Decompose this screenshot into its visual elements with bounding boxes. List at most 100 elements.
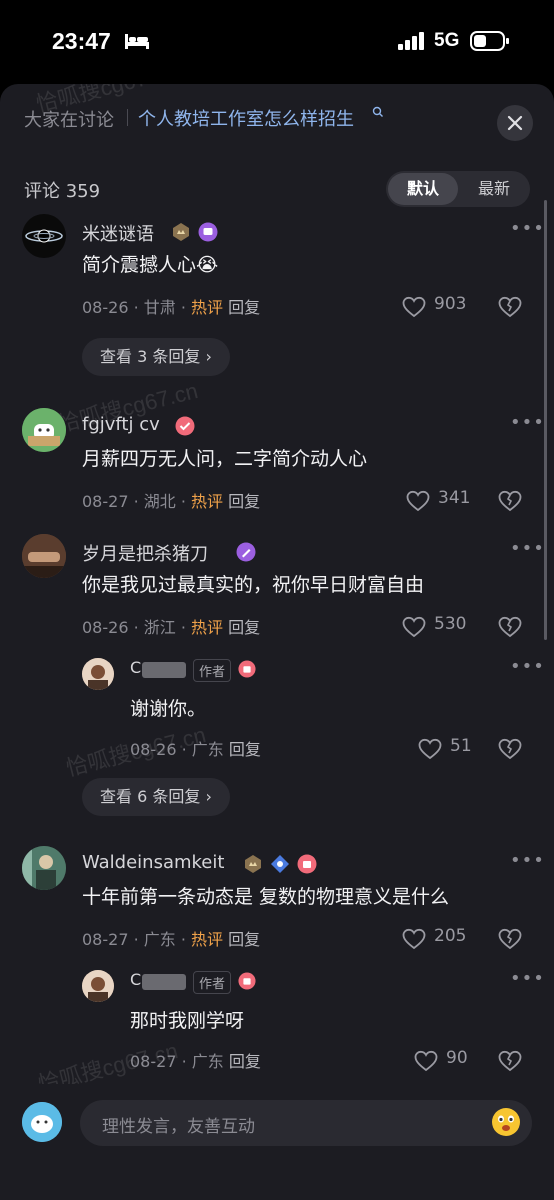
- more-options-button[interactable]: •••: [510, 218, 545, 239]
- comment-date: 08-26: [82, 618, 129, 637]
- battery-icon: [470, 31, 509, 51]
- reply-button[interactable]: 回复: [228, 930, 260, 949]
- reply-button[interactable]: 回复: [228, 618, 260, 637]
- diamond-badge-icon: [271, 855, 289, 873]
- like-count: 90: [446, 1048, 468, 1068]
- verified-badge-icon: [238, 660, 256, 678]
- avatar[interactable]: [22, 408, 66, 452]
- status-time: 23:47: [52, 28, 111, 54]
- username[interactable]: C: [130, 658, 141, 677]
- dislike-icon[interactable]: [498, 490, 522, 512]
- comment-input[interactable]: 理性发言，友善互动: [80, 1100, 532, 1146]
- sleep-mode-icon: [125, 34, 149, 49]
- reply-button[interactable]: 回复: [229, 740, 261, 759]
- comment-date: 08-27: [82, 930, 129, 949]
- author-tag: 作者: [193, 971, 232, 994]
- status-bar: 23:47 5G: [0, 0, 554, 84]
- avatar[interactable]: [22, 846, 66, 890]
- hot-comment-tag: 热评: [191, 618, 224, 637]
- hot-comment-tag: 热评: [191, 492, 224, 511]
- redacted-name: [142, 974, 186, 990]
- search-icon: [372, 106, 383, 117]
- like-count: 530: [434, 614, 467, 634]
- comment-location: 广东: [191, 1052, 224, 1071]
- like-icon[interactable]: [402, 296, 426, 318]
- more-options-button[interactable]: •••: [510, 412, 545, 433]
- close-icon: [507, 115, 523, 131]
- my-avatar[interactable]: [22, 1102, 62, 1142]
- username[interactable]: 岁月是把杀猪刀: [82, 540, 208, 566]
- like-count: 205: [434, 926, 467, 946]
- comment-meta: 08-27 · 广东 回复: [130, 1052, 261, 1071]
- username[interactable]: C: [130, 970, 141, 989]
- comment-date: 08-26: [82, 298, 129, 317]
- comment-text: 你是我见过最真实的，祝你早日财富自由: [82, 574, 425, 596]
- username[interactable]: Waldeinsamkeit: [82, 852, 224, 873]
- discussing-label: 大家在讨论: [24, 110, 114, 131]
- username[interactable]: 米迷谜语: [82, 220, 154, 246]
- comment-location: 广东: [191, 740, 224, 759]
- hot-comment-tag: 热评: [191, 298, 224, 317]
- comment-text: 谢谢你。: [130, 698, 207, 720]
- comment-count: 评论 359: [24, 181, 101, 202]
- avatar[interactable]: [22, 214, 66, 258]
- reply-button[interactable]: 回复: [228, 298, 260, 317]
- comment-meta: 08-27 · 湖北 · 热评 回复: [82, 492, 261, 511]
- comment-text: 简介震撼人心😭: [82, 254, 219, 276]
- reply-button[interactable]: 回复: [229, 1052, 261, 1071]
- verified-badge-icon: [238, 972, 256, 990]
- dislike-icon[interactable]: [498, 296, 522, 318]
- more-options-button[interactable]: •••: [510, 850, 545, 871]
- comment-meta: 08-26 · 广东 回复: [130, 740, 261, 759]
- view-replies-button[interactable]: 查看 3 条回复 ›: [82, 338, 230, 376]
- username[interactable]: fgjvftj cv: [82, 414, 160, 435]
- like-count: 51: [450, 736, 472, 756]
- avatar[interactable]: [22, 534, 66, 578]
- like-icon[interactable]: [414, 1050, 438, 1072]
- hot-comment-tag: 热评: [191, 930, 224, 949]
- member-badge-icon: [236, 542, 256, 562]
- comment-sheet: 恰呱搜cg67.cn 恰呱搜cg67.cn 恰呱搜cg67.cn 恰呱搜cg67…: [0, 84, 554, 1200]
- author-tag: 作者: [193, 659, 232, 682]
- emoji-icon[interactable]: [490, 1106, 522, 1138]
- comment-location: 广东: [143, 930, 176, 949]
- avatar[interactable]: [82, 658, 114, 690]
- verified-badge-icon: [175, 416, 195, 436]
- dislike-icon[interactable]: [498, 1050, 522, 1072]
- sort-default-tab[interactable]: 默认: [388, 173, 458, 205]
- comment-input-bar: 理性发言，友善互动: [0, 1084, 554, 1200]
- more-options-button[interactable]: •••: [510, 656, 545, 677]
- comment-meta: 08-26 · 浙江 · 热评 回复: [82, 618, 261, 637]
- like-icon[interactable]: [402, 928, 426, 950]
- comment-location: 湖北: [143, 492, 176, 511]
- verified-badge-icon: [297, 854, 317, 874]
- topic-link[interactable]: 个人教培工作室怎么样招生: [138, 105, 354, 131]
- like-icon[interactable]: [402, 616, 426, 638]
- comment-date: 08-27: [82, 492, 129, 511]
- dislike-icon[interactable]: [498, 928, 522, 950]
- network-type: 5G: [434, 30, 460, 51]
- like-icon[interactable]: [406, 490, 430, 512]
- comment-text: 那时我刚学呀: [130, 1010, 245, 1032]
- close-button[interactable]: [497, 105, 533, 141]
- more-options-button[interactable]: •••: [510, 538, 545, 559]
- reply-button[interactable]: 回复: [228, 492, 260, 511]
- sort-toggle: 默认 最新: [386, 171, 530, 207]
- comment-meta: 08-26 · 甘肃 · 热评 回复: [82, 298, 261, 317]
- avatar[interactable]: [82, 970, 114, 1002]
- like-count: 903: [434, 294, 467, 314]
- divider: [127, 109, 128, 126]
- comment-date: 08-26: [130, 740, 177, 759]
- comment-meta: 08-27 · 广东 · 热评 回复: [82, 930, 261, 949]
- like-icon[interactable]: [418, 738, 442, 760]
- dislike-icon[interactable]: [498, 616, 522, 638]
- more-options-button[interactable]: •••: [510, 968, 545, 989]
- like-count: 341: [438, 488, 471, 508]
- member-badge-icon: [198, 222, 218, 242]
- comment-date: 08-27: [130, 1052, 177, 1071]
- dislike-icon[interactable]: [498, 738, 522, 760]
- comment-input-placeholder: 理性发言，友善互动: [102, 1117, 255, 1137]
- comment-text: 十年前第一条动态是 复数的物理意义是什么: [82, 886, 450, 908]
- view-replies-button[interactable]: 查看 6 条回复 ›: [82, 778, 230, 816]
- sort-latest-tab[interactable]: 最新: [460, 173, 528, 205]
